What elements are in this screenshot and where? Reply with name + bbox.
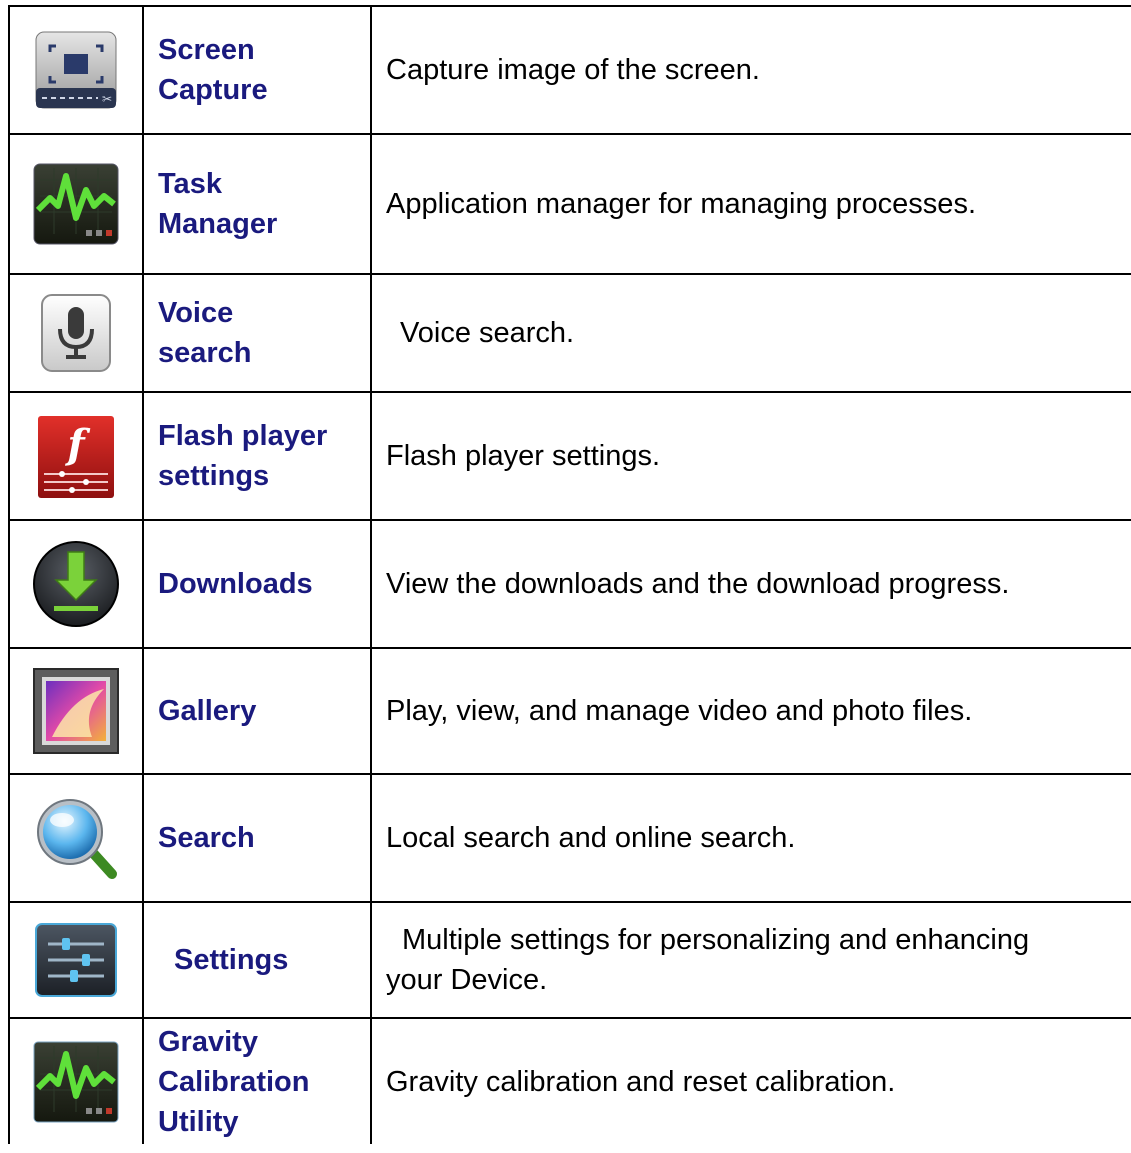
app-name: Calibration [158,1065,310,1098]
app-name: Gallery [158,695,257,727]
app-name: Settings [174,944,289,976]
table-row: Downloads View the downloads and the dow… [8,519,1131,649]
svg-text:✂: ✂ [102,92,112,106]
app-name: Voice [158,297,234,329]
apps-table: ✂ Screen Capture Capture image of the sc… [8,5,1131,1144]
app-name: Manager [158,208,278,240]
app-description: Gravity calibration and reset calibratio… [386,1065,896,1098]
table-row: ✂ Screen Capture Capture image of the sc… [8,5,1131,135]
app-description: View the downloads and the download prog… [386,568,1010,600]
task-manager-icon [32,160,120,248]
app-description: Application manager for managing process… [386,188,976,220]
downloads-icon [32,540,120,628]
table-row: Settings Multiple settings for personali… [8,901,1131,1019]
app-description: your Device. [386,964,548,996]
app-description: Play, view, and manage video and photo f… [386,695,973,727]
app-description: Voice search. [400,317,575,349]
app-name: Gravity [158,1025,258,1058]
table-row: f Flash player settings Flash player set… [8,391,1131,521]
app-name: Downloads [158,568,313,600]
flash-player-icon: f [32,412,120,500]
app-description: Local search and online search. [386,822,796,854]
app-name: Capture [158,74,268,106]
gravity-calibration-icon [32,1038,120,1126]
table-row: Gallery Play, view, and manage video and… [8,647,1131,775]
app-description: Flash player settings. [386,440,661,472]
table-row: Voice search Voice search. [8,273,1131,393]
app-name: search [158,337,252,369]
app-description: Multiple settings for personalizing and … [402,924,1030,956]
app-name: Search [158,822,255,854]
table-row: Search Local search and online search. [8,773,1131,903]
voice-search-icon [32,289,120,377]
table-row: Gravity Calibration Utility Gravity cali… [8,1017,1131,1144]
app-name: Task [158,168,222,200]
app-name: Screen [158,34,255,66]
search-icon [32,794,120,882]
gallery-icon [32,667,120,755]
screen-capture-icon: ✂ [32,26,120,114]
app-name: Flash player [158,420,328,452]
table-row: Task Manager Application manager for man… [8,133,1131,275]
app-name: settings [158,460,270,492]
app-name: Utility [158,1105,239,1138]
app-description: Capture image of the screen. [386,54,760,86]
settings-icon [32,916,120,1004]
